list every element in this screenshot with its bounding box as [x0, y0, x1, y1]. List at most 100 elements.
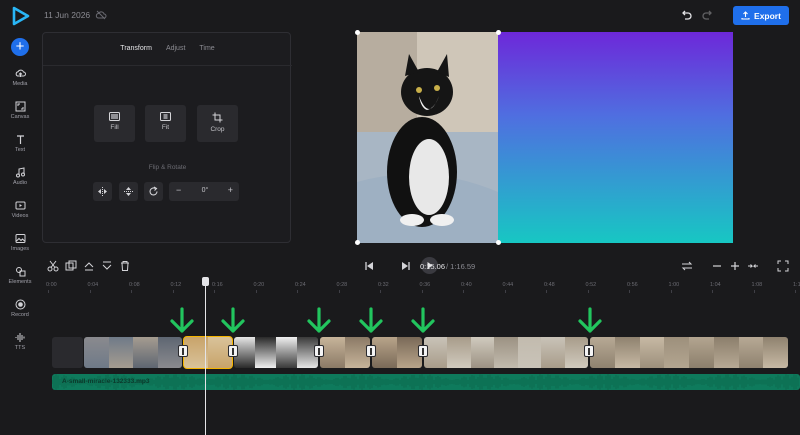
music-note-icon — [15, 167, 25, 178]
app-logo-icon[interactable] — [12, 6, 30, 26]
ruler-tick-mark — [338, 290, 340, 293]
sidebar-item-label: Text — [14, 147, 26, 153]
ruler-tick-label: 1:04 — [710, 282, 721, 288]
ruler-tick-label: 0:52 — [585, 282, 597, 288]
ruler-tick-label: 0:36 — [419, 282, 431, 288]
duplicate-icon[interactable] — [65, 260, 77, 272]
undo-icon[interactable] — [680, 9, 692, 21]
transition-marker[interactable] — [228, 345, 238, 357]
gradient-background-layer[interactable] — [498, 32, 733, 243]
audio-track[interactable]: A-small-miracle-132333.mp3 — [52, 374, 800, 390]
sidebar-item-label: Audio — [12, 180, 28, 186]
ruler-tick-mark — [131, 290, 132, 293]
timeline-ruler[interactable]: 0:00 0:04 0:08 0:12 0:16 0:20 0:24 0:28 0:32 0:36… — [40, 280, 800, 294]
transition-marker[interactable] — [314, 345, 324, 357]
tab-transform[interactable]: Transform — [120, 45, 152, 52]
fit-icon — [160, 112, 171, 121]
rotate-button[interactable] — [144, 182, 163, 201]
split-icon[interactable] — [47, 260, 59, 272]
sidebar-item-tts[interactable]: TTS — [0, 332, 40, 362]
sidebar-item-record[interactable]: Record — [0, 299, 40, 329]
sidebar-item-media[interactable]: Media — [0, 68, 40, 98]
flip-horizontal-button[interactable] — [93, 182, 112, 201]
fill-icon — [109, 112, 120, 121]
playhead-handle[interactable] — [202, 277, 209, 286]
video-clip[interactable] — [234, 337, 318, 368]
rotation-value[interactable]: 0° — [195, 187, 215, 194]
ruler-tick-mark — [463, 290, 464, 293]
zoom-out-icon[interactable] — [711, 260, 723, 272]
rotate-icon — [149, 186, 158, 196]
trash-icon[interactable] — [119, 260, 131, 272]
resize-handle-top-left[interactable] — [355, 30, 360, 35]
transition-marker[interactable] — [178, 345, 188, 357]
sidebar-item-canvas[interactable]: Canvas — [0, 101, 40, 131]
redo-icon[interactable] — [702, 9, 714, 21]
rotation-decrease-button[interactable]: − — [176, 185, 181, 195]
audio-waveform — [52, 374, 799, 390]
left-sidebar: + Media Canvas Text Audio Videos Images … — [0, 32, 40, 435]
video-clip[interactable] — [84, 337, 182, 368]
tab-time[interactable]: Time — [199, 45, 214, 52]
transition-marker[interactable] — [418, 345, 428, 357]
record-icon — [15, 299, 25, 310]
empty-track-slot[interactable] — [52, 337, 83, 368]
swap-icon[interactable] — [681, 260, 693, 272]
image-icon — [15, 234, 25, 243]
video-clip[interactable] — [590, 337, 788, 368]
tab-adjust[interactable]: Adjust — [166, 45, 185, 52]
sidebar-item-audio[interactable]: Audio — [0, 167, 40, 197]
skip-back-icon[interactable] — [363, 260, 375, 272]
video-clip[interactable] — [372, 337, 422, 368]
fit-button[interactable]: Fit — [145, 105, 186, 142]
ruler-tick-label: 0:16 — [212, 282, 223, 288]
sidebar-item-videos[interactable]: Videos — [0, 200, 40, 230]
sidebar-item-label: Images — [10, 246, 30, 252]
video-editor-app: 11 Jun 2026 Export + Media Canvas Text A… — [0, 0, 800, 435]
ruler-tick-label: 1:12 — [793, 282, 800, 288]
add-media-button[interactable]: + — [11, 38, 29, 56]
skip-forward-icon[interactable] — [400, 260, 412, 272]
fill-button[interactable]: Fill — [94, 105, 135, 142]
video-clip[interactable] — [183, 336, 233, 369]
video-preview-canvas[interactable] — [355, 30, 733, 245]
clip-thumbnail — [447, 337, 472, 368]
video-icon — [15, 201, 25, 210]
current-time: 0:15.06 — [420, 262, 446, 271]
fit-label: Fit — [161, 124, 170, 131]
video-clip[interactable] — [424, 337, 588, 368]
sidebar-item-elements[interactable]: Elements — [0, 266, 40, 296]
fullscreen-icon[interactable] — [777, 260, 789, 272]
transition-marker[interactable] — [584, 345, 594, 357]
ruler-tick-label: 1:00 — [668, 282, 680, 288]
export-label: Export — [754, 10, 781, 21]
clip-thumbnail — [664, 337, 690, 368]
project-date[interactable]: 11 Jun 2026 — [44, 10, 90, 20]
ruler-tick-mark — [670, 290, 672, 293]
crop-button[interactable]: Crop — [197, 105, 238, 142]
zoom-in-icon[interactable] — [729, 260, 741, 272]
send-backward-icon[interactable] — [101, 260, 113, 272]
resize-handle-bottom-left[interactable] — [355, 240, 360, 245]
rotation-increase-button[interactable]: + — [228, 185, 233, 195]
resize-handle-top-right[interactable] — [496, 30, 501, 35]
cat-photo-layer[interactable] — [357, 32, 498, 243]
export-button[interactable]: Export — [733, 6, 789, 25]
ruler-tick-mark — [380, 290, 381, 293]
sidebar-item-images[interactable]: Images — [0, 233, 40, 263]
flip-vertical-button[interactable] — [119, 182, 138, 201]
shapes-icon — [15, 267, 25, 277]
ruler-tick-label: 0:12 — [170, 282, 182, 288]
fit-timeline-icon[interactable] — [747, 260, 759, 272]
transition-marker[interactable] — [366, 345, 376, 357]
clip-thumbnail — [494, 337, 519, 368]
video-clip[interactable] — [320, 337, 370, 368]
sidebar-item-text[interactable]: Text — [0, 134, 40, 164]
text-icon — [16, 135, 24, 144]
ruler-tick-mark — [795, 290, 796, 293]
sidebar-item-label: TTS — [14, 345, 26, 351]
resize-handle-bottom-right[interactable] — [496, 240, 501, 245]
video-track — [84, 336, 788, 369]
bring-forward-icon[interactable] — [83, 260, 95, 272]
clip-thumbnail — [763, 337, 788, 368]
